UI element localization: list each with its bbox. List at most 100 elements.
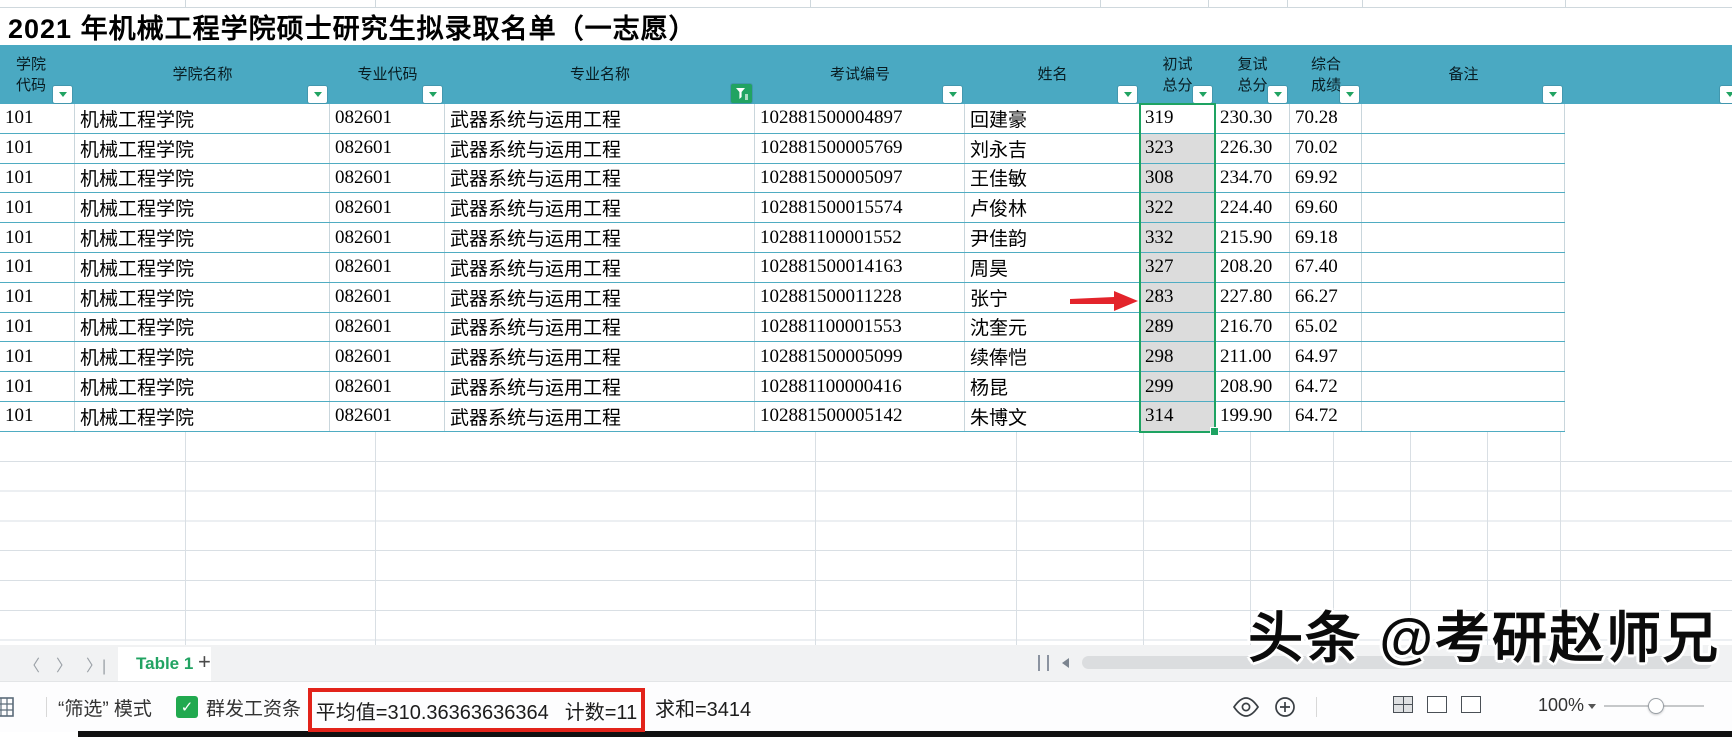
cell[interactable]: 机械工程学院 bbox=[75, 223, 330, 252]
cell[interactable]: 199.90 bbox=[1215, 401, 1290, 431]
cell[interactable]: 机械工程学院 bbox=[75, 104, 330, 133]
cell[interactable]: 武器系统与运用工程 bbox=[445, 342, 755, 372]
page-layout-view-icon[interactable] bbox=[1427, 696, 1447, 713]
cell[interactable]: 208.20 bbox=[1215, 252, 1290, 282]
zoom-slider-handle[interactable] bbox=[1648, 698, 1664, 714]
column-header[interactable]: 姓名 bbox=[965, 45, 1140, 104]
cell[interactable]: 卢俊林 bbox=[965, 193, 1140, 223]
cell[interactable]: 杨昆 bbox=[965, 372, 1140, 401]
filter-dropdown-icon[interactable] bbox=[1340, 86, 1359, 103]
cell[interactable]: 机械工程学院 bbox=[75, 163, 330, 193]
cell[interactable]: 尹佳韵 bbox=[965, 223, 1140, 252]
cell[interactable]: 216.70 bbox=[1215, 312, 1290, 342]
cell[interactable]: 082601 bbox=[330, 372, 445, 401]
cell[interactable] bbox=[1362, 252, 1565, 282]
cell[interactable]: 64.97 bbox=[1290, 342, 1362, 372]
cell[interactable]: 66.27 bbox=[1290, 282, 1362, 312]
cell[interactable]: 211.00 bbox=[1215, 342, 1290, 372]
cell[interactable]: 67.40 bbox=[1290, 252, 1362, 282]
cell[interactable]: 刘永吉 bbox=[965, 133, 1140, 163]
cell[interactable]: 102881100000416 bbox=[755, 372, 965, 401]
filter-dropdown-icon[interactable] bbox=[1268, 86, 1287, 103]
cell[interactable]: 102881500005097 bbox=[755, 163, 965, 193]
filter-dropdown-icon[interactable] bbox=[53, 86, 72, 103]
cell[interactable]: 70.28 bbox=[1290, 104, 1362, 133]
cell[interactable]: 机械工程学院 bbox=[75, 282, 330, 312]
cell[interactable]: 332 bbox=[1140, 223, 1215, 252]
clipboard-icon[interactable] bbox=[0, 682, 15, 732]
cell[interactable]: 101 bbox=[0, 312, 75, 342]
normal-view-icon[interactable] bbox=[1393, 696, 1413, 713]
cell[interactable] bbox=[1362, 282, 1565, 312]
add-sheet-button[interactable]: + bbox=[198, 649, 211, 675]
cell[interactable]: 319 bbox=[1140, 104, 1215, 133]
column-header[interactable]: 专业代码 bbox=[330, 45, 445, 104]
cell[interactable]: 机械工程学院 bbox=[75, 372, 330, 401]
cell[interactable]: 283 bbox=[1140, 282, 1215, 312]
cell[interactable] bbox=[1362, 401, 1565, 431]
cell[interactable]: 082601 bbox=[330, 193, 445, 223]
next-sheet-icon[interactable]: 〉 bbox=[56, 652, 72, 676]
cell[interactable]: 234.70 bbox=[1215, 163, 1290, 193]
cell[interactable]: 215.90 bbox=[1215, 223, 1290, 252]
cell[interactable] bbox=[1362, 372, 1565, 401]
cell[interactable]: 082601 bbox=[330, 401, 445, 431]
cell[interactable]: 102881100001553 bbox=[755, 312, 965, 342]
column-header[interactable]: 学院名称 bbox=[75, 45, 330, 104]
cell[interactable]: 298 bbox=[1140, 342, 1215, 372]
cell[interactable]: 65.02 bbox=[1290, 312, 1362, 342]
cell[interactable]: 武器系统与运用工程 bbox=[445, 133, 755, 163]
cell[interactable]: 102881500014163 bbox=[755, 252, 965, 282]
column-header[interactable]: 综合 成绩 bbox=[1290, 45, 1362, 104]
cell[interactable]: 101 bbox=[0, 372, 75, 401]
column-header[interactable]: 学院 代码 bbox=[0, 45, 75, 104]
cell[interactable]: 101 bbox=[0, 163, 75, 193]
scroll-left-icon[interactable] bbox=[1062, 658, 1069, 668]
cell[interactable] bbox=[1362, 342, 1565, 372]
cell[interactable] bbox=[1362, 133, 1565, 163]
column-header[interactable]: 初试 总分 bbox=[1140, 45, 1215, 104]
page-break-view-icon[interactable] bbox=[1461, 696, 1481, 713]
cell[interactable]: 武器系统与运用工程 bbox=[445, 193, 755, 223]
cell[interactable] bbox=[1362, 312, 1565, 342]
cell[interactable]: 308 bbox=[1140, 163, 1215, 193]
cell[interactable] bbox=[1362, 223, 1565, 252]
cell[interactable]: 082601 bbox=[330, 312, 445, 342]
cell[interactable]: 武器系统与运用工程 bbox=[445, 401, 755, 431]
cell[interactable]: 101 bbox=[0, 223, 75, 252]
cell[interactable]: 323 bbox=[1140, 133, 1215, 163]
cell[interactable]: 续俸恺 bbox=[965, 342, 1140, 372]
cell[interactable]: 289 bbox=[1140, 312, 1215, 342]
cell[interactable]: 082601 bbox=[330, 342, 445, 372]
cell[interactable]: 299 bbox=[1140, 372, 1215, 401]
cell[interactable]: 64.72 bbox=[1290, 401, 1362, 431]
cell[interactable]: 武器系统与运用工程 bbox=[445, 163, 755, 193]
cell[interactable]: 314 bbox=[1140, 401, 1215, 431]
cell[interactable]: 230.30 bbox=[1215, 104, 1290, 133]
filter-dropdown-icon[interactable] bbox=[1543, 86, 1562, 103]
cell[interactable]: 327 bbox=[1140, 252, 1215, 282]
cell[interactable]: 082601 bbox=[330, 133, 445, 163]
cell[interactable]: 机械工程学院 bbox=[75, 133, 330, 163]
cell[interactable] bbox=[1362, 193, 1565, 223]
cell[interactable]: 64.72 bbox=[1290, 372, 1362, 401]
cell[interactable]: 朱博文 bbox=[965, 401, 1140, 431]
prev-sheet-icon[interactable]: 〈 bbox=[24, 652, 40, 676]
cell[interactable]: 101 bbox=[0, 342, 75, 372]
horizontal-scrollbar[interactable] bbox=[1082, 656, 1712, 669]
cell[interactable] bbox=[1362, 163, 1565, 193]
cell[interactable]: 机械工程学院 bbox=[75, 252, 330, 282]
filter-dropdown-icon[interactable] bbox=[423, 86, 442, 103]
cell[interactable]: 武器系统与运用工程 bbox=[445, 282, 755, 312]
cell[interactable]: 70.02 bbox=[1290, 133, 1362, 163]
cell[interactable]: 回建豪 bbox=[965, 104, 1140, 133]
tab-splitter-handle[interactable] bbox=[1038, 655, 1049, 671]
cell[interactable]: 王佳敏 bbox=[965, 163, 1140, 193]
cell[interactable]: 机械工程学院 bbox=[75, 312, 330, 342]
cell[interactable]: 101 bbox=[0, 401, 75, 431]
cell[interactable]: 082601 bbox=[330, 104, 445, 133]
last-sheet-icon[interactable]: 〉| bbox=[86, 652, 106, 676]
cell[interactable]: 周昊 bbox=[965, 252, 1140, 282]
payslip-plugin-button[interactable]: 群发工资条 bbox=[206, 682, 301, 732]
filter-dropdown-icon[interactable] bbox=[1193, 86, 1212, 103]
